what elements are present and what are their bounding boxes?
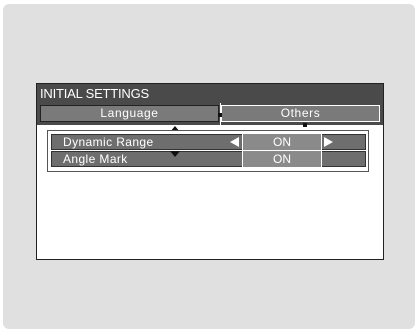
tab-others[interactable]: Others <box>221 105 380 122</box>
tab-language[interactable]: Language <box>40 105 219 122</box>
initial-settings-screen: INITIAL SETTINGS Language Others Dynamic… <box>36 83 384 260</box>
scroll-down-icon[interactable] <box>170 151 180 157</box>
tab-cursor-dot <box>218 113 222 117</box>
right-arrow-icon[interactable] <box>324 137 333 147</box>
window-title: INITIAL SETTINGS <box>37 84 383 103</box>
setting-value[interactable]: ON <box>242 134 322 150</box>
settings-panel: Dynamic Range ON Angle Mark ON <box>47 130 369 172</box>
left-arrow-icon[interactable] <box>230 137 239 147</box>
setting-label: Dynamic Range <box>63 135 154 149</box>
setting-row-dynamic-range[interactable]: Dynamic Range ON <box>51 134 366 150</box>
tab-bar: Language Others <box>37 103 383 127</box>
setting-label: Angle Mark <box>63 152 128 166</box>
tab-selection-marker <box>303 123 307 127</box>
setting-row-angle-mark[interactable]: Angle Mark ON <box>51 151 366 167</box>
setting-value[interactable]: ON <box>242 151 322 167</box>
